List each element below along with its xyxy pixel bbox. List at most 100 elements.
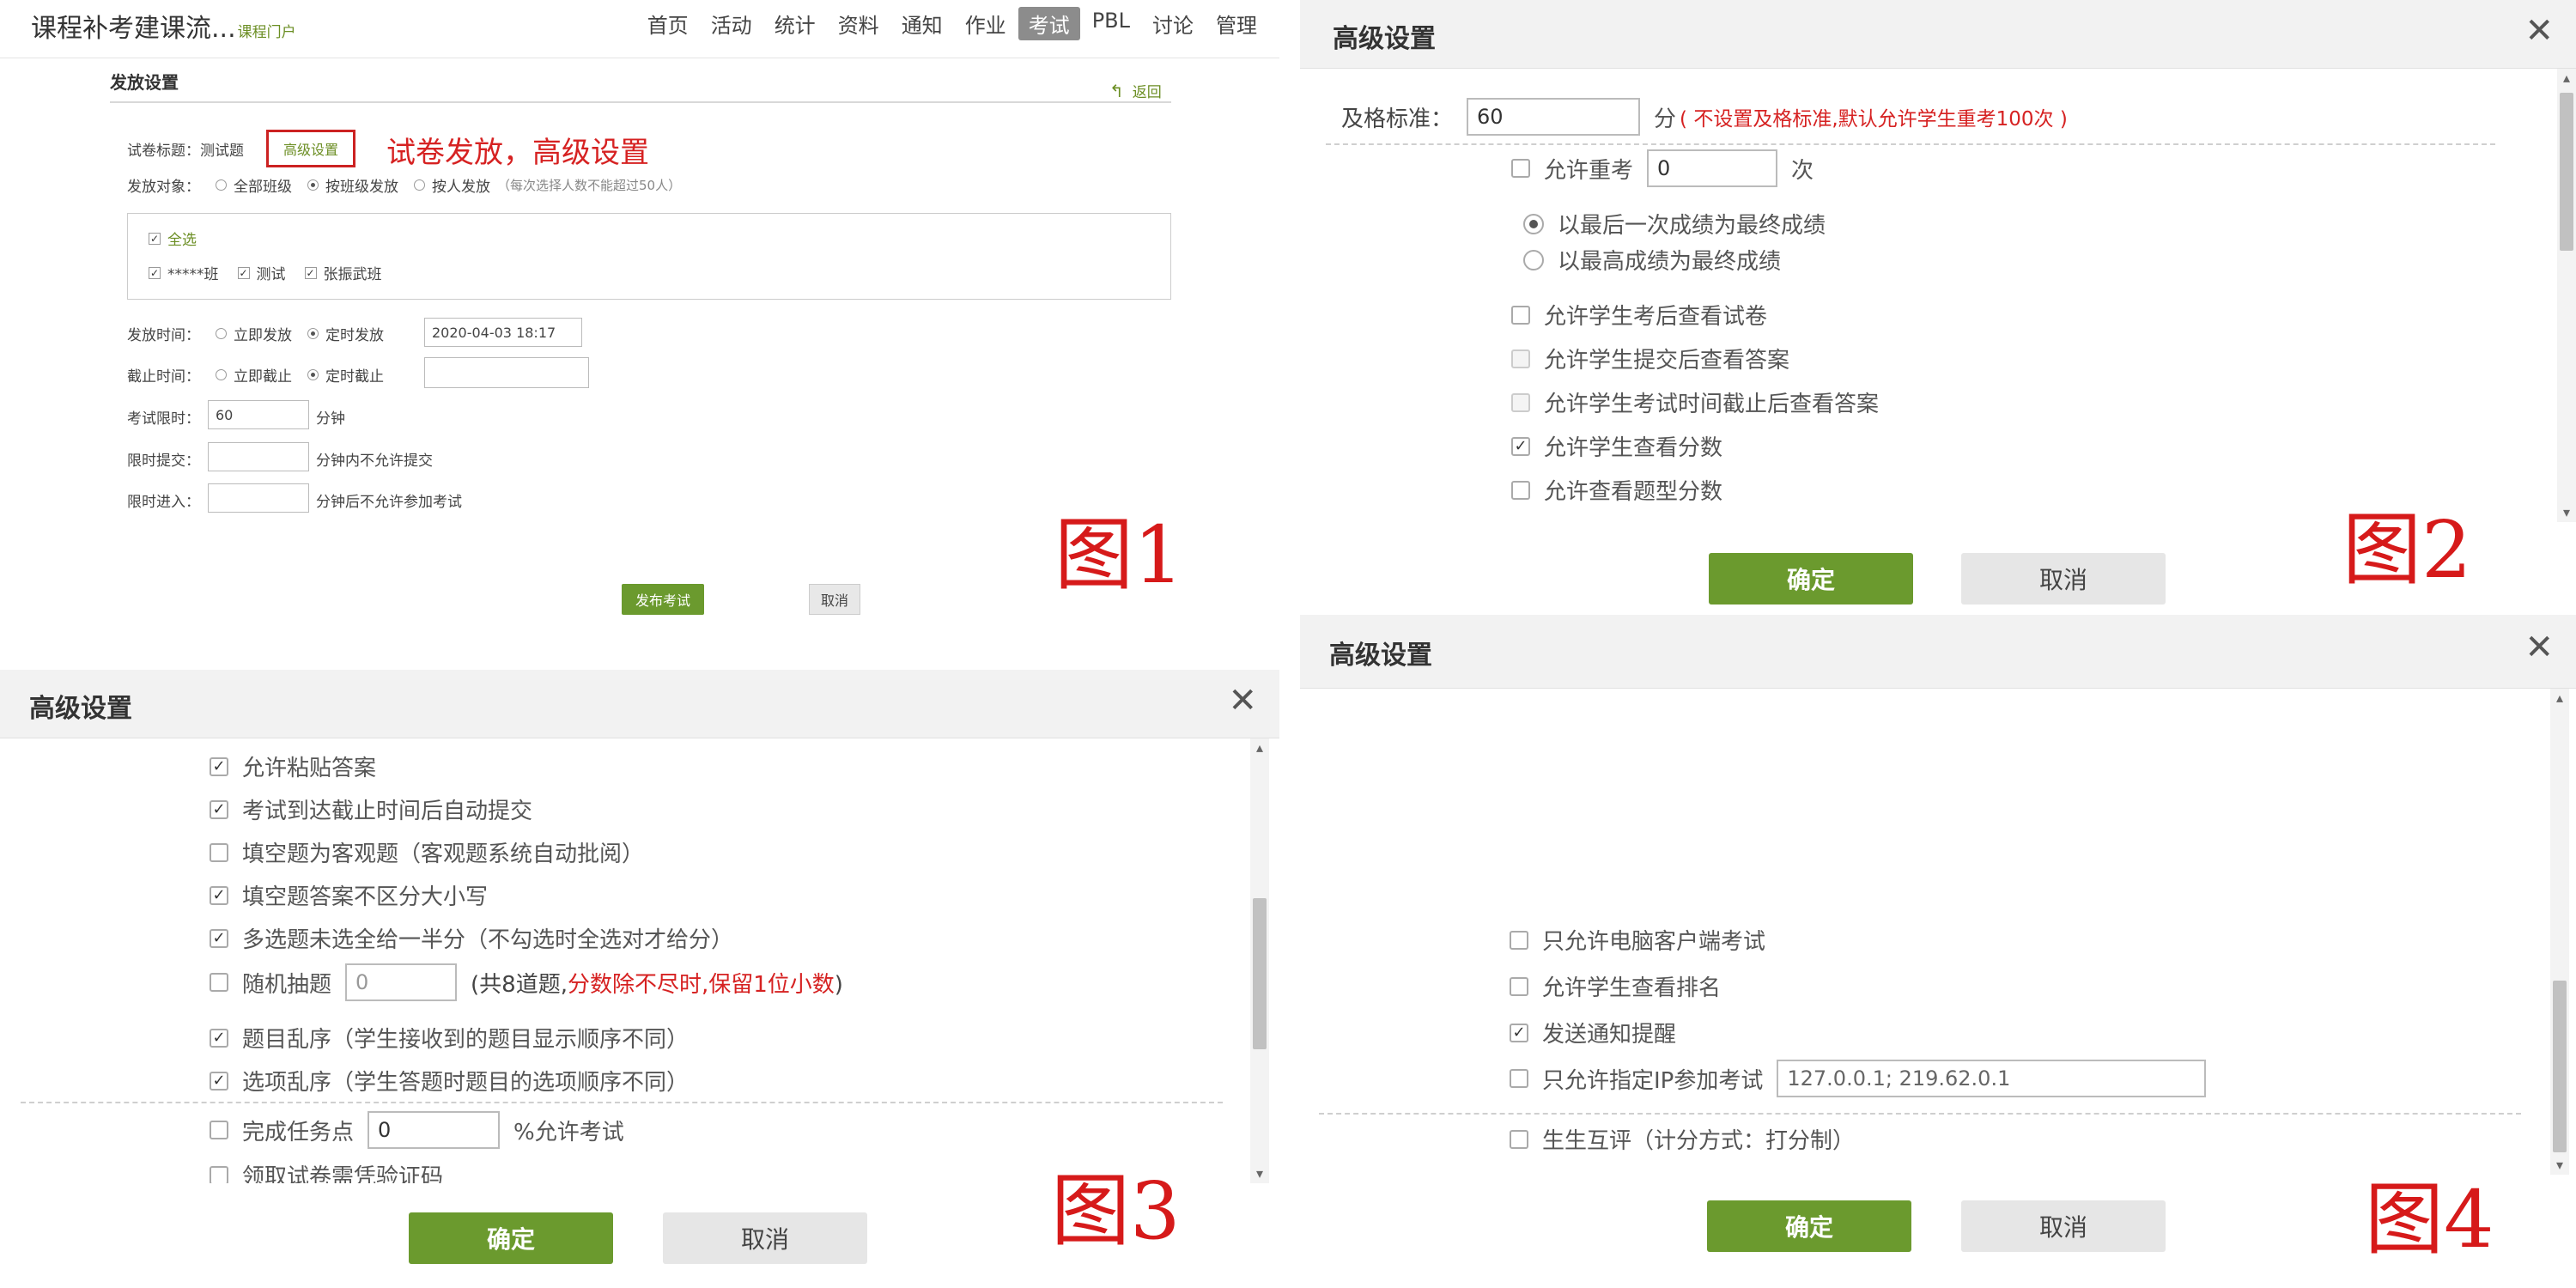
back-link[interactable]: ↰ 返回 [1109, 80, 1162, 101]
view-paper-option[interactable]: 允许学生考后查看试卷 [1511, 299, 1767, 331]
confirm-button[interactable]: 确定 [409, 1212, 613, 1264]
scrollbar[interactable]: ▴ ▾ [2550, 689, 2569, 1175]
scroll-up-icon[interactable]: ▴ [2550, 689, 2569, 708]
auto-submit-option[interactable]: ✓ 考试到达截止时间后自动提交 [210, 793, 532, 825]
blank-objective-option[interactable]: 填空题为客观题（客观题系统自动批阅） [210, 836, 644, 868]
section-divider [110, 101, 1171, 103]
duration-label: 考试限时： [127, 410, 200, 428]
send-now-option[interactable]: 立即发放 [216, 323, 292, 344]
scroll-thumb[interactable] [1253, 898, 1267, 1049]
cancel-button[interactable]: 取消 [1961, 553, 2166, 605]
scroll-down-icon[interactable]: ▾ [2550, 1156, 2569, 1175]
figure-label-4: 图4 [2365, 1174, 2494, 1266]
select-all-checkbox[interactable]: ✓ 全选 [149, 228, 197, 249]
allow-paste-option[interactable]: ✓ 允许粘贴答案 [210, 750, 376, 782]
nav-pbl[interactable]: PBL [1082, 7, 1140, 40]
task-checkbox[interactable] [210, 1121, 228, 1139]
random-checkbox[interactable] [210, 973, 228, 992]
send-time-input[interactable]: 2020-04-03 18:17 [424, 318, 582, 347]
scroll-down-icon[interactable]: ▾ [2557, 503, 2576, 522]
scroll-down-icon[interactable]: ▾ [1250, 1164, 1269, 1183]
view-score-option[interactable]: ✓ 允许学生查看分数 [1511, 430, 1722, 462]
view-type-score-option[interactable]: 允许查看题型分数 [1511, 474, 1722, 506]
send-notify-option[interactable]: ✓ 发送通知提醒 [1510, 1017, 1676, 1048]
confirm-button[interactable]: 确定 [1709, 553, 1913, 605]
divider [1319, 1113, 2521, 1115]
retake-input[interactable]: 0 [1647, 149, 1778, 187]
nav-materials[interactable]: 资料 [828, 7, 890, 40]
peer-review-option[interactable]: 生生互评（计分方式：打分制） [1510, 1123, 1855, 1155]
class-label: 测试 [256, 266, 286, 283]
deadline-now-option[interactable]: 立即截止 [216, 364, 292, 386]
ip-input[interactable]: 127.0.0.1; 219.62.0.1 [1777, 1060, 2207, 1097]
class-item[interactable]: ✓ 测试 [237, 262, 286, 283]
publish-button[interactable]: 发布考试 [622, 584, 704, 615]
nav-discussion[interactable]: 讨论 [1142, 7, 1204, 40]
back-arrow-icon: ↰ [1109, 81, 1124, 101]
course-portal-link[interactable]: 课程门户 [238, 24, 296, 41]
dialog-title: 高级设置 [29, 694, 132, 724]
target-label: 发放对象： [127, 179, 200, 196]
shuffle-questions-option[interactable]: ✓ 题目乱序（学生接收到的题目显示顺序不同） [210, 1022, 689, 1054]
close-icon[interactable]: ✕ [2524, 630, 2554, 665]
random-input[interactable]: 0 [345, 963, 458, 1001]
multi-half-score-option[interactable]: ✓ 多选题未选全给一半分（不勾选时全选对才给分） [210, 922, 733, 954]
deadline-option-label: 定时截止 [325, 368, 384, 386]
view-answer-submit-option[interactable]: 允许学生提交后查看答案 [1511, 343, 1789, 374]
duration-input[interactable]: 60 [208, 400, 309, 429]
scroll-up-icon[interactable]: ▴ [2557, 69, 2576, 88]
deadline-scheduled-option[interactable]: 定时截止 [307, 364, 384, 386]
nav-home[interactable]: 首页 [637, 7, 699, 40]
final-score-highest-option[interactable]: 以最高成绩为最终成绩 [1523, 244, 1781, 276]
task-input[interactable]: 0 [368, 1111, 501, 1149]
send-time-label: 发放时间： [127, 327, 200, 344]
class-item[interactable]: ✓ *****班 [149, 262, 219, 283]
paper-title-value: 测试题 [200, 143, 244, 160]
checkbox-checked-icon: ✓ [210, 1028, 228, 1048]
cancel-button[interactable]: 取消 [1961, 1200, 2166, 1252]
view-ranking-option[interactable]: 允许学生查看排名 [1510, 970, 1721, 1002]
checkbox-checked-icon: ✓ [210, 1071, 228, 1091]
limit-enter-input[interactable] [208, 483, 309, 513]
scroll-thumb[interactable] [2560, 93, 2573, 251]
course-title[interactable]: 课程补考建课流... 课程门户 [31, 7, 296, 45]
close-icon[interactable]: ✕ [2524, 14, 2554, 48]
deadline-input[interactable] [424, 357, 589, 388]
option-label: 考试到达截止时间后自动提交 [242, 799, 533, 824]
scroll-up-icon[interactable]: ▴ [1250, 738, 1269, 757]
dialog-footer: 确定 取消 图3 [0, 1165, 1279, 1288]
target-by-class[interactable]: 按班级发放 [307, 174, 398, 196]
target-by-person[interactable]: 按人发放 （每次选择人数不能超过50人） [414, 174, 681, 196]
limit-submit-input[interactable] [208, 442, 309, 471]
view-answer-deadline-option[interactable]: 允许学生考试时间截止后查看答案 [1511, 386, 1879, 418]
nav-homework[interactable]: 作业 [955, 7, 1017, 40]
close-icon[interactable]: ✕ [1228, 683, 1257, 718]
scrollbar[interactable]: ▴ ▾ [2557, 69, 2576, 522]
cancel-button[interactable]: 取消 [663, 1212, 867, 1264]
target-all-classes[interactable]: 全部班级 [216, 174, 292, 196]
option-label: 以最高成绩为最终成绩 [1558, 249, 1782, 275]
top-header: 课程补考建课流... 课程门户 首页 活动 统计 资料 通知 作业 考试 PBL … [0, 0, 1279, 58]
nav-manage[interactable]: 管理 [1206, 7, 1267, 40]
ip-checkbox[interactable] [1510, 1069, 1528, 1088]
nav-notice[interactable]: 通知 [891, 7, 953, 40]
shuffle-options-option[interactable]: ✓ 选项乱序（学生答题时题目的选项顺序不同） [210, 1065, 689, 1097]
nav-activity[interactable]: 活动 [701, 7, 762, 40]
radio-selected-icon [307, 369, 319, 380]
cancel-button[interactable]: 取消 [809, 584, 860, 615]
nav-stats[interactable]: 统计 [764, 7, 826, 40]
pass-input[interactable]: 60 [1467, 98, 1641, 136]
confirm-button[interactable]: 确定 [1707, 1200, 1911, 1252]
advanced-settings-link[interactable]: 高级设置 [266, 130, 355, 167]
retake-checkbox[interactable] [1511, 159, 1530, 178]
nav-exam[interactable]: 考试 [1018, 7, 1080, 40]
send-scheduled-option[interactable]: 定时发放 [307, 323, 384, 344]
blank-case-insensitive-option[interactable]: ✓ 填空题答案不区分大小写 [210, 879, 488, 911]
scroll-thumb[interactable] [2553, 981, 2567, 1152]
class-item[interactable]: ✓ 张振武班 [304, 262, 382, 283]
final-score-last-option[interactable]: 以最后一次成绩为最终成绩 [1523, 208, 1826, 240]
dialog-body: 只允许电脑客户端考试 允许学生查看排名 ✓ 发送通知提醒 只允许指定IP参加考试… [1300, 689, 2576, 1175]
option-label: 允许粘贴答案 [242, 756, 377, 781]
pc-only-option[interactable]: 只允许电脑客户端考试 [1510, 924, 1765, 956]
scrollbar[interactable]: ▴ ▾ [1250, 738, 1269, 1183]
